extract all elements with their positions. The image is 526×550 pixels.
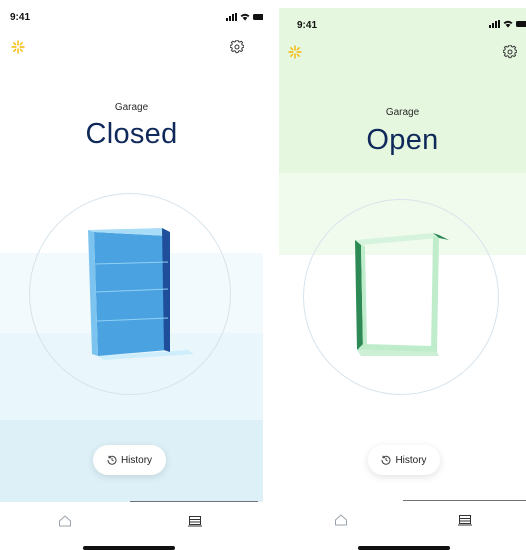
status-time: 9:41 [297, 20, 318, 31]
wifi-icon [240, 13, 250, 21]
cellular-signal-icon [489, 20, 500, 28]
history-icon [107, 455, 117, 465]
closed-garage-door[interactable] [80, 228, 194, 364]
battery-icon [253, 14, 263, 20]
history-label: History [395, 454, 427, 466]
sparkle-icon[interactable] [11, 40, 25, 54]
battery-icon [516, 21, 526, 27]
tab-divider [403, 500, 526, 501]
open-garage-door[interactable] [349, 230, 449, 360]
garage-icon[interactable] [188, 515, 202, 527]
system-indicators [489, 20, 526, 28]
gear-icon[interactable] [230, 40, 244, 54]
history-button[interactable]: History [93, 445, 166, 475]
home-icon[interactable] [334, 514, 348, 526]
history-button[interactable]: History [368, 445, 440, 475]
device-label: Garage [385, 107, 420, 118]
door-state: Open [366, 124, 439, 156]
history-icon [381, 455, 391, 465]
status-time: 9:41 [10, 12, 31, 23]
cellular-signal-icon [226, 13, 237, 21]
history-label: History [120, 454, 153, 466]
home-indicator [83, 546, 175, 550]
door-state: Closed [85, 118, 178, 150]
open-garage-screen: 9:41 Garage Open History [279, 0, 526, 550]
tab-divider [130, 501, 258, 502]
home-indicator [358, 546, 450, 550]
gear-icon[interactable] [503, 45, 517, 59]
wifi-icon [503, 20, 513, 28]
system-indicators [226, 13, 263, 21]
closed-garage-screen: 9:41 Garage Closed History [0, 0, 263, 550]
sparkle-icon[interactable] [288, 45, 302, 59]
home-icon[interactable] [58, 515, 72, 527]
status-bar: 9:41 [0, 0, 263, 23]
status-bar: 9:41 [279, 0, 526, 31]
garage-icon[interactable] [458, 514, 472, 526]
device-label: Garage [114, 102, 149, 113]
